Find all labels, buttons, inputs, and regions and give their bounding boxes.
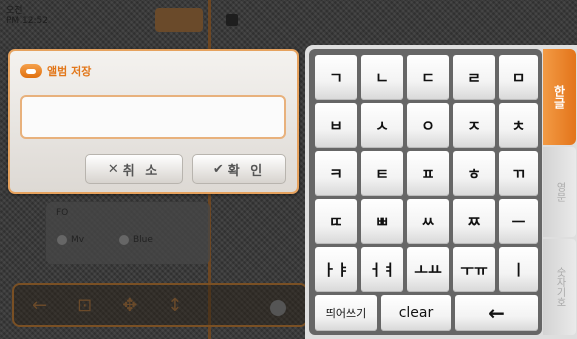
key-tieut[interactable]: ㅌ [361, 151, 403, 196]
background-time-line2: PM 12:52 [6, 16, 48, 26]
background-time-line1: 오전 [6, 6, 23, 16]
background-time: 오전 PM 12:52 [6, 6, 48, 26]
key-siot[interactable]: ㅅ [361, 103, 403, 148]
key-kieuk[interactable]: ㅋ [315, 151, 357, 196]
key-eo-yeo[interactable]: ㅓㅕ [361, 247, 403, 292]
backspace-key[interactable]: ← [455, 295, 538, 331]
dialog-title: 앨범 저장 [47, 65, 92, 78]
vertical-arrow-icon: ↕ [167, 294, 183, 316]
radio-icon [118, 234, 130, 246]
frame-icon: ⊡ [77, 294, 93, 316]
background-radio-1: Mv [56, 234, 84, 246]
key-digeut[interactable]: ㄷ [407, 55, 449, 100]
key-ssangjieut[interactable]: ㅉ [453, 199, 495, 244]
keyboard-keys: ㄱ ㄴ ㄷ ㄹ ㅁ ㅂ ㅅ ㅇ ㅈ ㅊ ㅋ ㅌ ㅍ ㅎ ㄲ ㄸ ㅃ ㅆ ㅉ ㅡ … [309, 49, 542, 335]
radio-icon [56, 234, 68, 246]
key-giyeok[interactable]: ㄱ [315, 55, 357, 100]
close-icon: ✕ [107, 161, 119, 177]
key-mieum[interactable]: ㅁ [499, 55, 538, 100]
key-i[interactable]: ㅣ [499, 247, 538, 292]
key-ssanggiyeok[interactable]: ㄲ [499, 151, 538, 196]
cancel-button[interactable]: ✕ 취 소 [85, 154, 183, 184]
background-radio-2-label: Blue [133, 235, 153, 245]
dialog-title-bar: 앨범 저장 [20, 63, 91, 79]
album-name-input[interactable] [20, 95, 286, 139]
background-settings-panel: FO Mv Blue [46, 202, 210, 264]
check-icon: ✔ [212, 161, 224, 177]
tab-symbols[interactable]: 숫자기호 [543, 239, 576, 335]
cancel-button-label: 취 소 [122, 163, 161, 179]
clear-key[interactable]: clear [381, 295, 451, 331]
ok-button-label: 확 인 [227, 163, 266, 179]
key-bieup[interactable]: ㅂ [315, 103, 357, 148]
key-u-yu[interactable]: ㅜㅠ [453, 247, 495, 292]
background-radio-2: Blue [118, 234, 153, 246]
key-pieup[interactable]: ㅍ [407, 151, 449, 196]
background-radio-1-label: Mv [71, 235, 85, 245]
korean-keyboard: ㄱ ㄴ ㄷ ㄹ ㅁ ㅂ ㅅ ㅇ ㅈ ㅊ ㅋ ㅌ ㅍ ㅎ ㄲ ㄸ ㅃ ㅆ ㅉ ㅡ … [305, 45, 577, 339]
key-eu[interactable]: ㅡ [499, 199, 538, 244]
background-chip [155, 8, 203, 32]
key-hieut[interactable]: ㅎ [453, 151, 495, 196]
key-rieul[interactable]: ㄹ [453, 55, 495, 100]
backspace-arrow-icon: ← [488, 301, 505, 325]
key-nieun[interactable]: ㄴ [361, 55, 403, 100]
save-album-dialog: 앨범 저장 ✕ 취 소 ✔ 확 인 [8, 49, 299, 194]
ok-button[interactable]: ✔ 확 인 [192, 154, 286, 184]
key-jieut[interactable]: ㅈ [453, 103, 495, 148]
background-panel-label: FO [56, 208, 69, 218]
background-toolbar: ← ⊡ ✥ ↕ [12, 283, 308, 327]
key-ssangsiot[interactable]: ㅆ [407, 199, 449, 244]
back-arrow-icon: ← [32, 294, 48, 316]
move-icon: ✥ [122, 294, 138, 316]
background-stop-icon [226, 14, 238, 26]
key-ssangbieup[interactable]: ㅃ [361, 199, 403, 244]
album-logo-icon [20, 64, 42, 78]
key-chieut[interactable]: ㅊ [499, 103, 538, 148]
space-key[interactable]: 띄어쓰기 [315, 295, 377, 331]
key-ieung[interactable]: ㅇ [407, 103, 449, 148]
keyboard-language-tabs: 한글 영문 숫자기호 [542, 45, 577, 339]
background-status-bar: 오전 PM 12:52 [0, 0, 577, 44]
key-a-ya[interactable]: ㅏㅑ [315, 247, 357, 292]
key-ssangdigeut[interactable]: ㄸ [315, 199, 357, 244]
tab-korean[interactable]: 한글 [543, 49, 576, 145]
tab-english[interactable]: 영문 [543, 147, 576, 237]
background-circle-icon [270, 300, 286, 316]
key-o-yo[interactable]: ㅗㅛ [407, 247, 449, 292]
